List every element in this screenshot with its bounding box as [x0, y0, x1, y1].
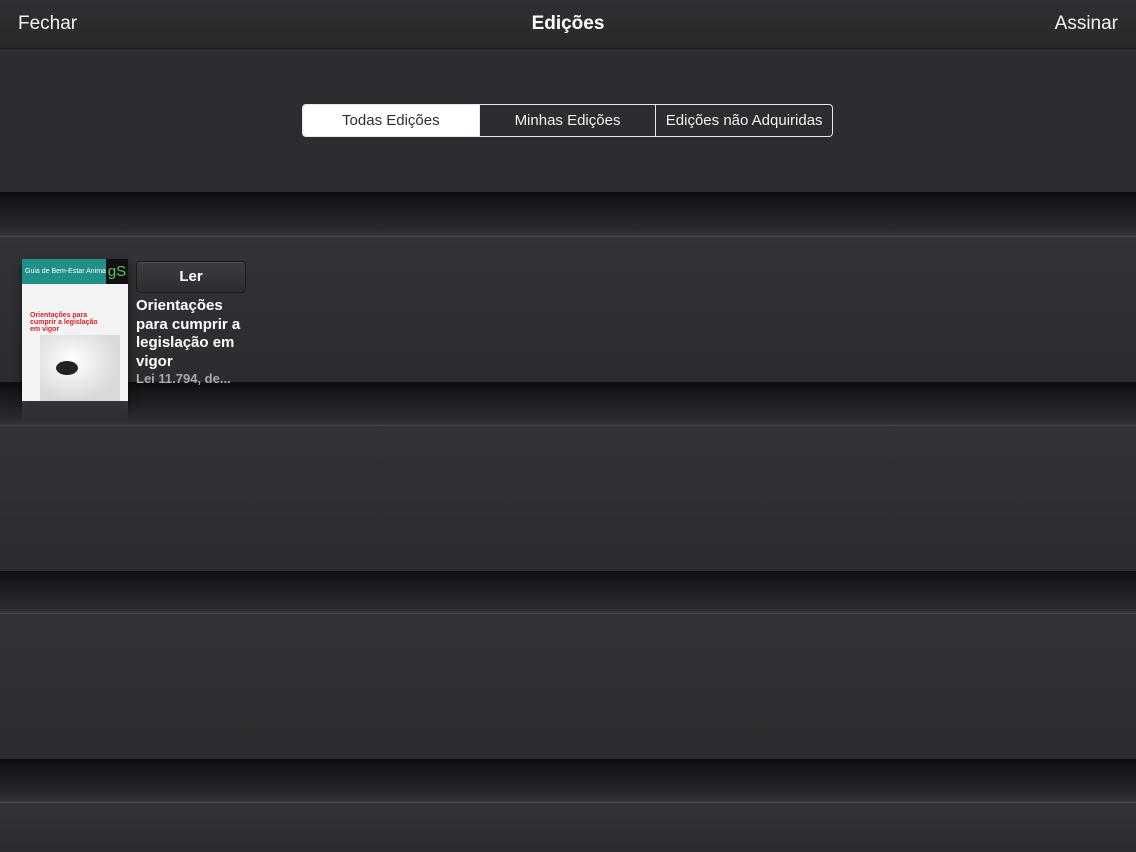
cover-header: Guia de Bem-Estar Animal gS	[22, 259, 128, 284]
cover-photo	[40, 335, 120, 401]
read-button[interactable]: Ler	[136, 261, 246, 293]
segment-not-acquired[interactable]: Edições não Adquiridas	[655, 105, 832, 136]
shelf-edge	[0, 192, 1136, 237]
issue-cover[interactable]: Guia de Bem-Estar Animal gS Orientações …	[22, 259, 128, 401]
shelf-row	[0, 803, 1136, 852]
shelf-row	[0, 426, 1136, 571]
issue-subtitle: Lei 11.794, de...	[136, 371, 231, 386]
cover-logo: gS	[106, 259, 128, 284]
editions-segmented-control: Todas Edições Minhas Edições Edições não…	[302, 104, 833, 137]
subscribe-button[interactable]: Assinar	[1055, 13, 1118, 35]
shelf-edge	[0, 382, 1136, 426]
navigation-bar: Fechar Edições Assinar	[0, 0, 1136, 49]
segment-my-editions[interactable]: Minhas Edições	[478, 105, 656, 136]
cover-reflection	[22, 401, 128, 423]
filter-area: Todas Edições Minhas Edições Edições não…	[0, 49, 1136, 192]
cover-brand: Guia de Bem-Estar Animal	[25, 268, 108, 275]
page-title: Edições	[531, 13, 605, 34]
cover-photo-subject	[56, 361, 78, 375]
issue-title: Orientações para cumprir a legislação em…	[136, 297, 241, 370]
shelf-row	[0, 614, 1136, 759]
cover-headline: Orientações para cumprir a legislação em…	[30, 312, 98, 333]
segment-all-editions[interactable]: Todas Edições	[303, 105, 479, 136]
shelf-edge	[0, 759, 1136, 803]
shelf-edge	[0, 571, 1136, 614]
